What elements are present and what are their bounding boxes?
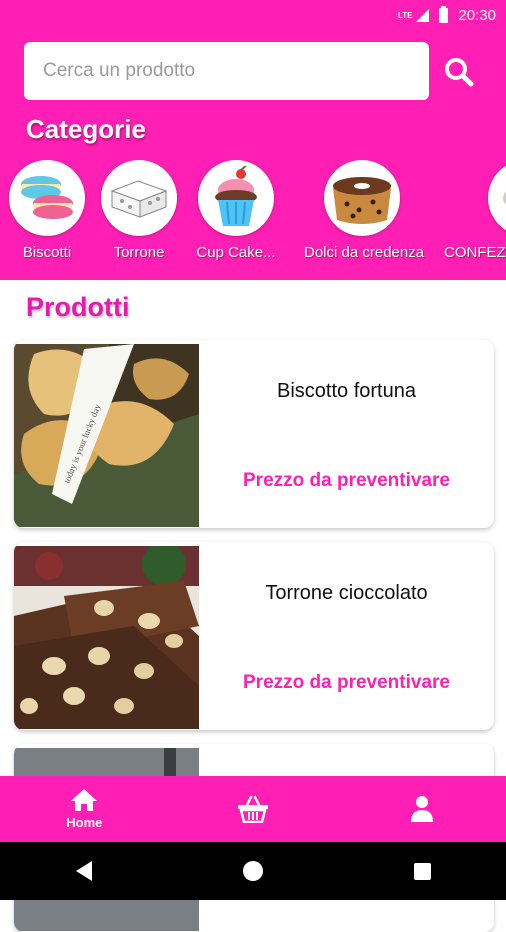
category-label: Cup Cake... [196, 244, 276, 261]
cupcake-icon [198, 160, 274, 236]
network-type: LTE [397, 10, 413, 20]
user-icon [410, 796, 433, 822]
category-label: Torrone [113, 244, 165, 261]
nav-home-label: Home [66, 815, 103, 830]
basket-icon [238, 795, 268, 823]
product-name: Biscotto fortuna [277, 380, 416, 402]
recents-icon[interactable] [413, 862, 431, 880]
home-circle-icon[interactable] [242, 861, 263, 881]
chocolate-nougat-image [14, 546, 199, 729]
search-input[interactable] [41, 59, 415, 83]
status-time: 20:30 [458, 6, 496, 24]
category-cupcake[interactable]: Cup Cake... [181, 160, 291, 261]
fortune-cookie-image: today is your lucky day [14, 344, 199, 527]
status-bar: LTE 20:30 [0, 0, 506, 30]
nav-basket[interactable] [169, 776, 338, 842]
nougat-icon [101, 160, 177, 236]
bottom-nav: Home [0, 776, 506, 842]
category-label: Dolci da credenza [304, 244, 425, 261]
macaron-icon [9, 160, 85, 236]
nav-home[interactable]: Home [0, 776, 169, 842]
category-confezioni[interactable]: CONFEZ [436, 160, 506, 261]
battery-icon [439, 5, 449, 23]
product-price: Prezzo da preventivare [243, 470, 450, 491]
back-icon[interactable] [75, 861, 92, 881]
home-icon [71, 789, 98, 811]
product-name: Torrone cioccolato [265, 582, 428, 604]
products-title: Prodotti [26, 292, 130, 322]
category-torrone[interactable]: Torrone [84, 160, 194, 261]
product-card[interactable]: Torrone cioccolato Prezzo da preventivar… [14, 542, 494, 730]
system-nav-bar [0, 842, 506, 900]
category-list: Biscotti Torrone Cup Cake... Dolci da cr… [0, 160, 506, 270]
nav-account[interactable] [337, 776, 506, 842]
category-label: CONFEZ [444, 244, 506, 261]
product-price: Prezzo da preventivare [243, 672, 450, 693]
bundt-cake-icon [324, 160, 400, 236]
search-icon[interactable] [442, 55, 476, 89]
gift-box-icon [488, 160, 506, 236]
product-card[interactable]: today is your lucky day Biscotto fortuna… [14, 340, 494, 528]
header: Categorie Biscotti [0, 30, 506, 280]
categories-title: Categorie [26, 114, 146, 144]
signal-icon [416, 8, 430, 22]
category-dolci-da-credenza[interactable]: Dolci da credenza [304, 160, 425, 261]
search-box [24, 42, 429, 100]
